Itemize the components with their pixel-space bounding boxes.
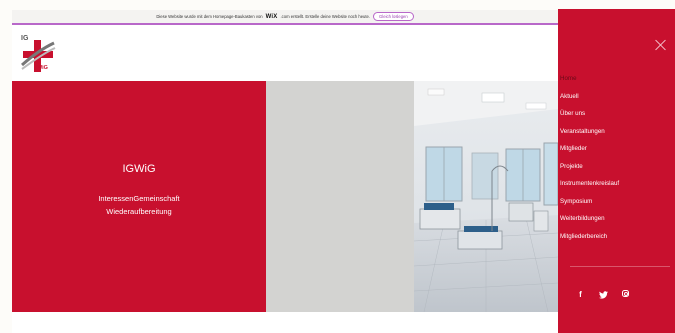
nav-item-home[interactable]: Home — [560, 70, 619, 88]
site-logo[interactable]: IG WiG — [19, 35, 57, 75]
hero-title: IGWiG — [122, 163, 156, 175]
menu-divider — [570, 266, 670, 267]
nav-item-instrumentenkreislauf[interactable]: Instrumentenkreislauf — [560, 175, 619, 193]
close-menu-icon[interactable] — [655, 39, 667, 51]
nav-item-projekte[interactable]: Projekte — [560, 158, 619, 176]
facebook-icon[interactable]: f — [576, 290, 585, 299]
mobile-menu-panel: Home Aktuell Über uns Veranstaltungen Mi… — [558, 9, 675, 333]
wix-banner-text-before: Diese Website wurde mit dem Homepage-Bau… — [156, 14, 263, 19]
main-nav: Home Aktuell Über uns Veranstaltungen Mi… — [560, 70, 619, 245]
wix-banner: Diese Website wurde mit dem Homepage-Bau… — [12, 10, 558, 25]
twitter-icon[interactable] — [599, 290, 608, 299]
site-page: Diese Website wurde mit dem Homepage-Bau… — [12, 10, 558, 333]
hero-grey-panel — [266, 81, 414, 312]
wix-banner-text-after: .com erstellt. Erstelle deine Website no… — [280, 14, 371, 19]
hero-subtitle-line1: InteressenGemeinschaft — [98, 194, 180, 203]
nav-item-ueber-uns[interactable]: Über uns — [560, 105, 619, 123]
social-links: f — [576, 290, 629, 299]
nav-item-symposium[interactable]: Symposium — [560, 193, 619, 211]
nav-item-weiterbildungen[interactable]: Weiterbildungen — [560, 210, 619, 228]
wix-brand: WiX — [265, 13, 278, 20]
nav-item-mitgliederbereich[interactable]: Mitgliederbereich — [560, 228, 619, 246]
hero-subtitle-line2: Wiederaufbereitung — [106, 207, 172, 216]
hero-title-block: IGWiG InteressenGemeinschaft Wiederaufbe… — [12, 81, 266, 312]
hospital-room-image — [414, 81, 558, 312]
nav-item-aktuell[interactable]: Aktuell — [560, 88, 619, 106]
wix-cta-button[interactable]: Gleich loslegen — [373, 12, 414, 21]
logo-wig-text: WiG — [37, 65, 48, 71]
instagram-icon[interactable] — [622, 290, 629, 297]
nav-item-veranstaltungen[interactable]: Veranstaltungen — [560, 123, 619, 141]
nav-item-mitglieder[interactable]: Mitglieder — [560, 140, 619, 158]
